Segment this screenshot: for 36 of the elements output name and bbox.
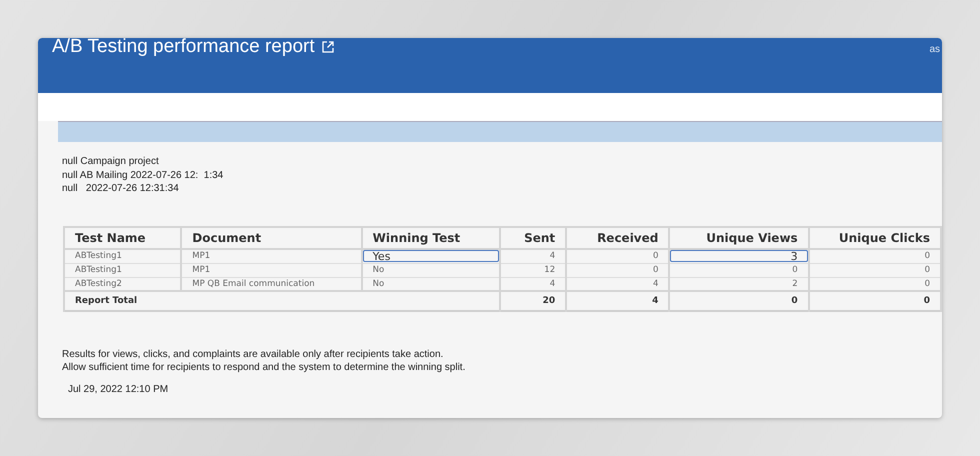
- table-cell: Yes: [362, 248, 500, 263]
- external-link-icon[interactable]: [320, 40, 335, 54]
- total-cell: 0: [669, 291, 809, 311]
- table-cell: 4: [500, 248, 566, 263]
- table-cell: No: [362, 263, 500, 277]
- total-cell: 20: [500, 291, 566, 311]
- table-cell: ABTesting2: [64, 277, 182, 291]
- info-line: null 2022-07-26 12:31:34: [62, 182, 180, 196]
- column-header: Unique Clicks: [808, 226, 941, 248]
- total-cell: 0: [808, 291, 941, 311]
- report-title: A/B Testing performance report: [52, 38, 315, 58]
- table-cell: 12: [500, 263, 566, 277]
- user-name[interactable]: as: [929, 44, 940, 55]
- table-cell: 0: [808, 263, 941, 277]
- total-cell: 4: [566, 291, 670, 311]
- timestamp: Jul 29, 2022 12:10 PM: [68, 384, 170, 395]
- table-cell: 0: [808, 248, 941, 263]
- table-cell: 0: [566, 248, 670, 263]
- column-header: Sent: [500, 226, 566, 248]
- total-label: Report Total: [64, 291, 500, 311]
- info-line: null AB Mailing 2022-07-26 12: 1:34: [62, 168, 224, 182]
- column-header: Document: [181, 226, 362, 248]
- table-cell: ABTesting1: [64, 248, 182, 263]
- table-cell: MP1: [181, 248, 362, 263]
- column-header: Test Name: [64, 226, 182, 248]
- column-header: Received: [566, 226, 670, 248]
- note-text: Allow sufficient time for recipients to respond and the system to determine the winning split.: [62, 361, 466, 374]
- column-header: Unique Views: [669, 226, 809, 248]
- table-cell: 0: [669, 263, 809, 277]
- table-cell: ABTesting1: [64, 263, 182, 277]
- table-cell: 3: [669, 248, 809, 263]
- column-header: Winning Test: [362, 226, 500, 248]
- info-line: null Campaign project: [62, 155, 160, 168]
- table-cell: MP1: [181, 263, 362, 277]
- note-text: Results for views, clicks, and complaints are available only after recipients take action.: [62, 348, 444, 361]
- table-cell: 0: [566, 263, 670, 277]
